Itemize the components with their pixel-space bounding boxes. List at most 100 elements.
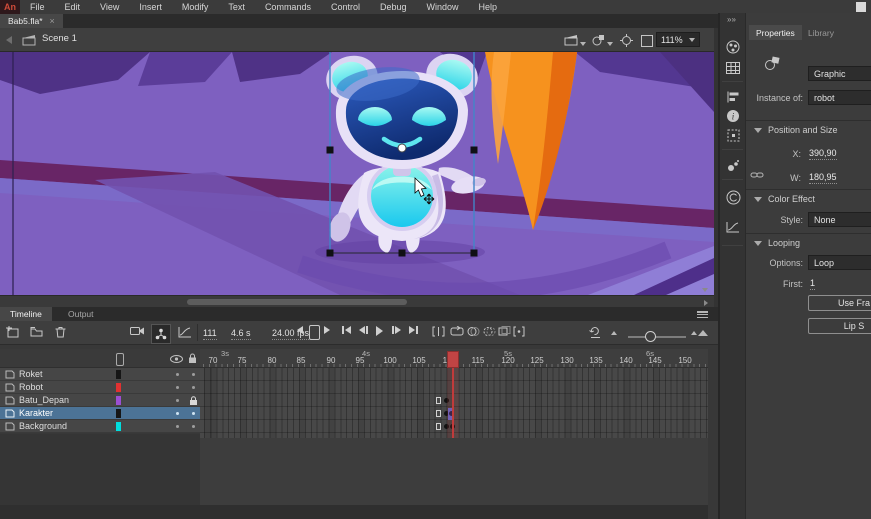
playhead[interactable] [447,351,459,368]
center-frame-button[interactable] [432,326,445,337]
layer-lock-dot[interactable] [192,412,195,415]
first-frame-value[interactable]: 1 [810,278,815,290]
layer-lock-dot[interactable] [192,373,195,376]
menu-view[interactable]: View [90,0,129,14]
brushes-panel-icon[interactable] [725,157,741,173]
menu-control[interactable]: Control [321,0,370,14]
layer-row-background[interactable]: Background [0,420,200,433]
cc-libraries-panel-icon[interactable] [725,189,741,205]
instance-name-field[interactable]: robot [808,90,871,105]
scene-name[interactable]: Scene 1 [42,33,77,44]
menu-modify[interactable]: Modify [172,0,219,14]
step-back-one-frame-button[interactable] [297,326,303,334]
x-value[interactable]: 390,90 [809,148,837,160]
step-forward-button[interactable] [392,326,401,334]
motion-editor-panel-icon[interactable] [725,219,741,235]
play-button[interactable] [376,326,383,336]
position-size-section-header[interactable]: Position and Size [754,125,838,135]
menu-window[interactable]: Window [417,0,469,14]
symbol-behavior-select[interactable]: Graphic [808,66,871,81]
edit-scene-button[interactable] [564,34,586,46]
document-tab[interactable]: Bab5.fla* × [0,14,63,28]
span-end-marker[interactable] [436,397,441,404]
frame-rate-value[interactable]: 24.00 fps [272,328,309,340]
center-stage-button[interactable] [620,34,633,47]
lock-column-icon[interactable] [188,353,197,364]
new-layer-button[interactable] [6,326,19,338]
tab-library[interactable]: Library [801,25,841,40]
elapsed-time-value[interactable]: 4.6 s [231,328,251,340]
layer-visibility-dot[interactable] [176,386,179,389]
layer-visibility-dot[interactable] [176,412,179,415]
go-to-first-frame-button[interactable] [342,326,351,334]
layer-visibility-dot[interactable] [176,399,179,402]
swatches-panel-icon[interactable] [725,60,741,76]
onion-skin-button[interactable] [467,326,480,337]
span-end-marker[interactable] [436,410,441,417]
menu-insert[interactable]: Insert [129,0,172,14]
step-forward-one-frame-button[interactable] [324,326,330,334]
vertical-scroll-down-arrow[interactable] [702,288,708,292]
layer-outline-swatch[interactable] [116,370,121,379]
layer-lock-dot[interactable] [192,425,195,428]
tab-timeline[interactable]: Timeline [0,307,52,321]
transform-point[interactable] [398,144,406,152]
back-arrow-icon[interactable] [6,36,12,44]
modify-markers-button[interactable] [513,326,525,337]
add-camera-button[interactable] [130,326,145,336]
onion-skin-outlines-button[interactable] [483,326,496,337]
stage[interactable] [0,52,714,295]
window-control-icon[interactable] [856,2,866,12]
selection-handle[interactable] [327,147,334,154]
layer-lock-dot[interactable] [192,386,195,389]
info-panel-icon[interactable]: i [725,108,741,124]
collapse-panels-icon[interactable]: »» [727,15,736,24]
menu-file[interactable]: File [20,0,55,14]
color-panel-icon[interactable] [725,39,741,55]
timeline-zoom-in-icon[interactable] [691,330,708,336]
menu-edit[interactable]: Edit [55,0,91,14]
tab-properties[interactable]: Properties [749,25,802,40]
lip-syncing-button[interactable]: Lip S [808,318,871,334]
layer-parenting-button[interactable] [151,324,171,344]
selection-handle[interactable] [399,250,406,257]
tab-output[interactable]: Output [58,307,104,321]
use-frame-picker-button[interactable]: Use Fra [808,295,871,311]
color-effect-section-header[interactable]: Color Effect [754,194,815,204]
menu-help[interactable]: Help [469,0,508,14]
color-style-select[interactable]: None [808,212,871,227]
reset-timeline-zoom-button[interactable] [589,326,601,338]
transform-panel-icon[interactable] [725,127,741,143]
panel-menu-icon[interactable] [697,311,708,318]
link-width-height-icon[interactable] [750,168,764,182]
motion-editor-button[interactable] [178,326,192,338]
timeline-zoom-out-icon[interactable] [611,331,617,335]
loop-options-select[interactable]: Loop [808,255,871,270]
horizontal-scrollbar[interactable] [0,295,714,307]
menu-debug[interactable]: Debug [370,0,417,14]
scroll-right-arrow[interactable] [704,300,708,306]
layer-row-roket[interactable]: Roket [0,368,200,381]
close-document-icon[interactable]: × [50,16,55,26]
layer-outline-swatch[interactable] [116,409,121,418]
go-to-last-frame-button[interactable] [409,326,418,334]
edit-multiple-frames-button[interactable] [498,326,511,337]
timeline-zoom-slider[interactable] [628,336,686,338]
loop-playback-button[interactable] [450,326,464,337]
visibility-column-eye-icon[interactable] [170,355,183,363]
delete-layer-button[interactable] [55,326,66,338]
camera-column-icon[interactable] [116,353,124,366]
clip-content-button[interactable] [641,35,653,47]
current-frame-value[interactable]: 111 [203,328,217,340]
step-back-button[interactable] [359,326,368,334]
layer-row-batu-depan[interactable]: Batu_Depan [0,394,200,407]
scrollbar-thumb[interactable] [187,299,407,305]
layer-visibility-dot[interactable] [176,373,179,376]
layer-row-robot[interactable]: Robot [0,381,200,394]
layer-locked-icon[interactable] [189,396,198,406]
timeline-zoom-slider-knob[interactable] [645,331,656,342]
layer-outline-swatch[interactable] [116,422,121,431]
layer-visibility-dot[interactable] [176,425,179,428]
new-folder-button[interactable] [30,326,43,337]
span-end-marker[interactable] [436,423,441,430]
